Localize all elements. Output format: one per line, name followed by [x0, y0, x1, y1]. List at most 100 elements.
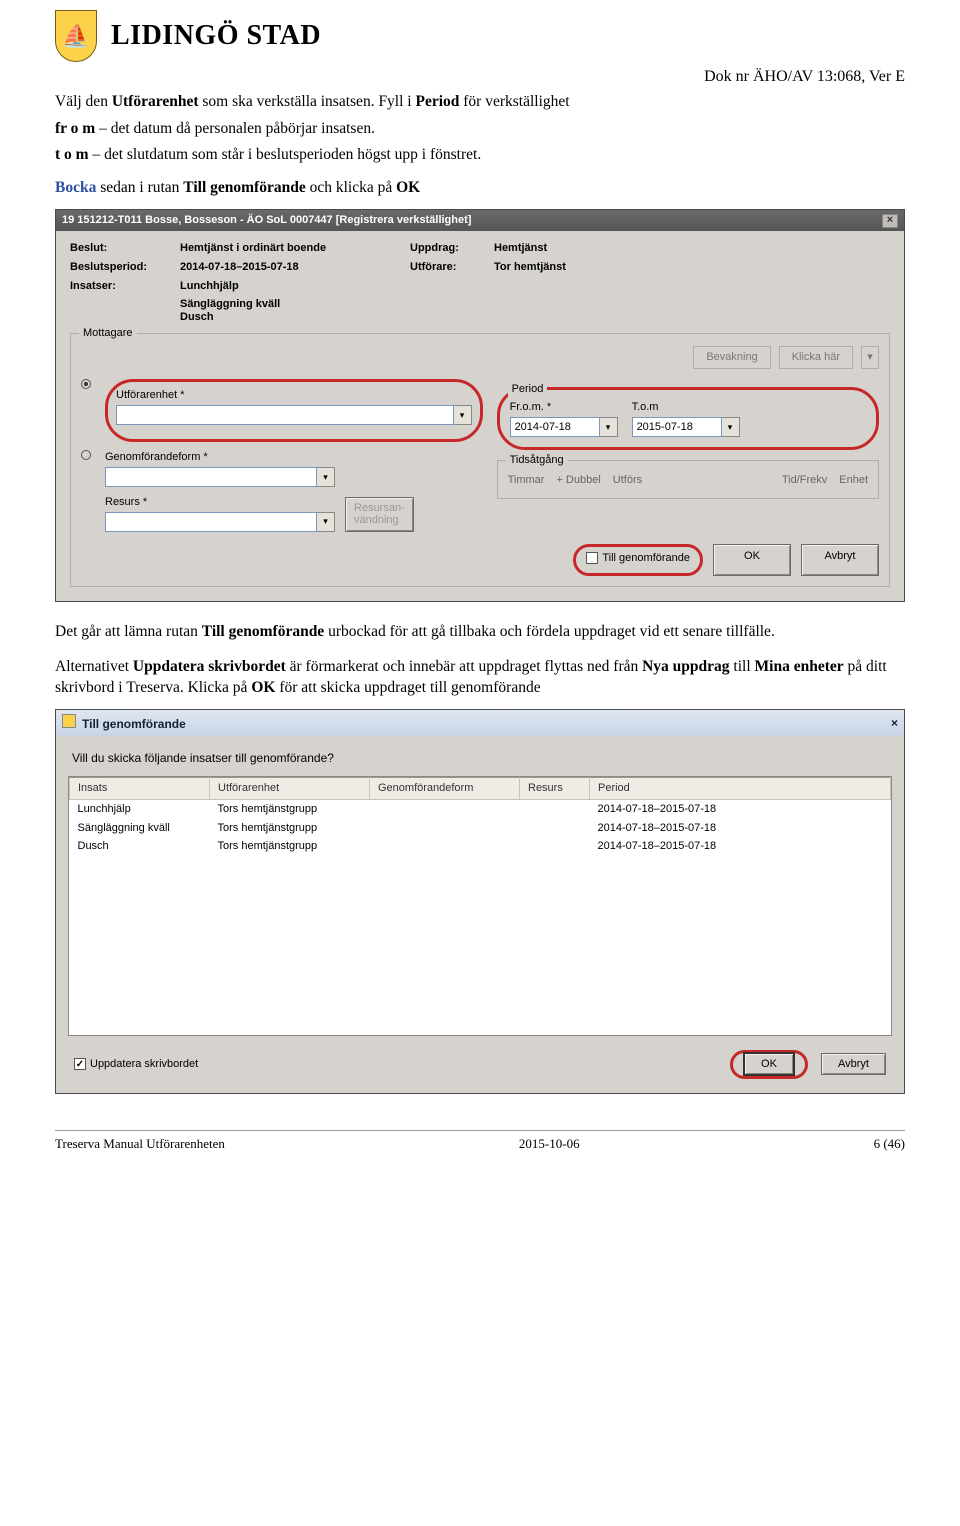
- checkbox-icon[interactable]: [586, 552, 598, 564]
- org-name: LIDINGÖ STAD: [111, 17, 321, 55]
- label-utforare: Utförare:: [410, 260, 474, 275]
- txt: – det slutdatum som står i beslutsperiod…: [89, 146, 482, 163]
- combo-utforarenhet[interactable]: ▾: [116, 405, 472, 425]
- page-header: ⛵ LIDINGÖ STAD: [55, 10, 905, 62]
- radio-utforarenhet[interactable]: [81, 379, 91, 389]
- txt: som ska verkställa insatsen. Fyll i: [199, 93, 416, 110]
- cell-genom: [370, 819, 520, 838]
- checkbox-icon[interactable]: ✓: [74, 1058, 86, 1070]
- txt-bold: Mina enheter: [755, 658, 844, 675]
- cell-enhet: Tors hemtjänstgrupp: [210, 799, 370, 818]
- info-row-insatser: Insatser: Lunchhjälp: [70, 279, 890, 294]
- legend-mottagare: Mottagare: [79, 326, 137, 341]
- txt: Alternativet: [55, 658, 133, 675]
- cell-resurs: [520, 799, 590, 818]
- ok-button[interactable]: OK: [713, 544, 791, 576]
- txt: Det går att lämna rutan: [55, 623, 202, 640]
- checkbox-label: Uppdatera skrivbordet: [90, 1057, 198, 1072]
- group-tidsatgang: Tidsåtgång Timmar + Dubbel Utförs Tid/Fr…: [497, 460, 879, 499]
- chevron-down-icon[interactable]: ▾: [317, 467, 335, 487]
- label-beslut: Beslut:: [70, 241, 160, 256]
- checkbox-uppdatera-skrivbord[interactable]: ✓ Uppdatera skrivbordet: [74, 1057, 198, 1072]
- col-utforarenhet: Utförarenhet: [210, 777, 370, 799]
- chevron-down-icon[interactable]: ▾: [454, 405, 472, 425]
- cell-insats: Lunchhjälp: [70, 799, 210, 818]
- combo-genomform[interactable]: ▾: [105, 467, 335, 487]
- table-row[interactable]: Sängläggning kvällTors hemtjänstgrupp201…: [70, 819, 891, 838]
- cell-enhet: Tors hemtjänstgrupp: [210, 819, 370, 838]
- input-from-date[interactable]: [510, 417, 600, 437]
- chevron-down-icon[interactable]: ▾: [722, 417, 740, 437]
- cell-insats: Sängläggning kväll: [70, 819, 210, 838]
- window-title: 19 151212-T011 Bosse, Bosseson - ÄO SoL …: [62, 213, 471, 228]
- txt-bold: fr o m: [55, 120, 95, 137]
- crest-glyph: ⛵: [62, 21, 89, 51]
- avbryt-button[interactable]: Avbryt: [801, 544, 879, 576]
- footer-left: Treserva Manual Utförarenheten: [55, 1135, 225, 1153]
- intro-line-4: Bocka sedan i rutan Till genomförande oc…: [55, 178, 905, 199]
- intro-line-1: Välj den Utförarenhet som ska verkställa…: [55, 92, 905, 113]
- chevron-down-icon[interactable]: ▾: [600, 417, 618, 437]
- label-resurs: Resurs *: [105, 495, 335, 510]
- input-genomform[interactable]: [105, 467, 317, 487]
- combo-tom-date[interactable]: ▾: [632, 417, 740, 437]
- app-icon: [62, 714, 76, 728]
- mid-para-1: Det går att lämna rutan Till genomförand…: [55, 622, 905, 643]
- intro-line-3: t o m – det slutdatum som står i besluts…: [55, 145, 905, 166]
- cell-insats: Dusch: [70, 837, 210, 856]
- footer-page: 6 (46): [874, 1135, 905, 1153]
- combo-resurs[interactable]: ▾: [105, 512, 335, 532]
- checkbox-label: Till genomförande: [602, 551, 690, 566]
- close-icon[interactable]: ×: [882, 214, 898, 228]
- info-row-beslut: Beslut: Hemtjänst i ordinärt boende Uppd…: [70, 241, 890, 256]
- table-row[interactable]: LunchhjälpTors hemtjänstgrupp 2014-07-18–…: [70, 799, 891, 818]
- txt-bold: t o m: [55, 146, 89, 163]
- chevron-down-icon[interactable]: ▾: [317, 512, 335, 532]
- cell-period: 2014-07-18–2015-07-18: [590, 799, 891, 818]
- cell-genom: [370, 799, 520, 818]
- footer-date: 2015-10-06: [519, 1135, 580, 1153]
- col-resurs: Resurs: [520, 777, 590, 799]
- input-tom-date[interactable]: [632, 417, 722, 437]
- txt: Välj den: [55, 93, 112, 110]
- insats-1: Sängläggning kväll: [180, 298, 890, 312]
- dialog-prompt: Vill du skicka följande insatser till ge…: [56, 736, 904, 776]
- label-tom: T.o.m: [632, 400, 740, 415]
- label-period: Beslutsperiod:: [70, 260, 160, 275]
- ok-button[interactable]: OK: [743, 1052, 795, 1076]
- window-title: Till genomförande: [82, 717, 186, 731]
- label-genomform: Genomförandeform *: [105, 450, 483, 465]
- page-footer: Treserva Manual Utförarenheten 2015-10-0…: [55, 1130, 905, 1153]
- txt-bold: OK: [251, 679, 275, 696]
- label-utforarenhet: Utförarenhet *: [116, 388, 472, 403]
- value-utforare: Tor hemtjänst: [494, 260, 566, 275]
- info-row-period: Beslutsperiod: 2014-07-18–2015-07-18 Utf…: [70, 260, 890, 275]
- bevakning-label: Bevakning: [693, 346, 770, 369]
- window-titlebar: Till genomförande ×: [56, 710, 904, 736]
- combo-from-date[interactable]: ▾: [510, 417, 618, 437]
- radio-genomform[interactable]: [81, 450, 91, 460]
- txt: till: [730, 658, 755, 675]
- chevron-down-icon[interactable]: ▾: [861, 346, 879, 369]
- input-resurs[interactable]: [105, 512, 317, 532]
- legend-period: Period: [508, 382, 548, 397]
- txt: urbockad för att gå tillbaka och fördela…: [324, 623, 775, 640]
- table-row[interactable]: DuschTors hemtjänstgrupp2014-07-18–2015-…: [70, 837, 891, 856]
- resursanvandning-button[interactable]: Resursan- vändning: [345, 497, 414, 531]
- col-tidfrekv: Tid/Frekv: [782, 473, 827, 488]
- txt: Till genomförande: [183, 179, 305, 196]
- klicka-har-button[interactable]: Klicka här: [779, 346, 853, 369]
- close-icon[interactable]: ×: [891, 715, 898, 731]
- window-register-verkstallighet: 19 151212-T011 Bosse, Bosseson - ÄO SoL …: [55, 209, 905, 602]
- input-utforarenhet[interactable]: [116, 405, 454, 425]
- municipal-crest-icon: ⛵: [55, 10, 97, 62]
- value-uppdrag: Hemtjänst: [494, 241, 547, 256]
- cell-resurs: [520, 819, 590, 838]
- avbryt-button[interactable]: Avbryt: [821, 1053, 886, 1075]
- txt: och klicka på: [306, 179, 396, 196]
- value-period: 2014-07-18–2015-07-18: [180, 260, 390, 275]
- col-enhet: Enhet: [839, 473, 868, 488]
- window-till-genomforande: Till genomförande × Vill du skicka följa…: [55, 709, 905, 1094]
- txt-bold: Utförarenhet: [112, 93, 199, 110]
- checkbox-till-genomforande[interactable]: Till genomförande: [586, 551, 690, 566]
